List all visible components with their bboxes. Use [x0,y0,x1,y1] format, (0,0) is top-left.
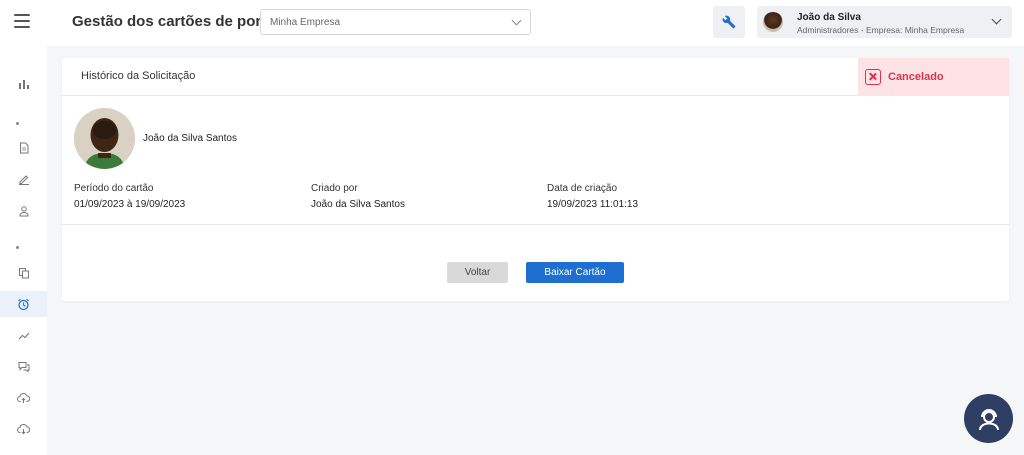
menu-icon[interactable] [14,14,30,28]
avatar [763,12,783,32]
page-title: Gestão dos cartões de ponto [72,13,279,30]
card-header: Histórico da Solicitação Cancelado [62,58,1009,96]
chevron-down-icon [511,15,522,26]
person-name: João da Silva Santos [143,133,237,144]
copy-icon [18,268,29,279]
field-label-created-by: Criado por [311,183,358,194]
field-value-created-by: João da Silva Santos [311,199,405,210]
status-label: Cancelado [888,71,944,83]
help-button[interactable] [964,394,1013,443]
sidebar-item-download[interactable] [0,416,47,442]
user-name: João da Silva [797,12,861,23]
sidebar-item-messages[interactable] [0,354,47,380]
sidebar [0,46,47,455]
avatar [74,108,135,169]
field-value-period: 01/09/2023 à 19/09/2023 [74,199,186,210]
download-card-button[interactable]: Baixar Cartão [526,262,624,283]
back-button[interactable]: Voltar [447,262,508,283]
sidebar-item-upload[interactable] [0,385,47,411]
sidebar-separator-dot [16,122,19,125]
close-icon [865,69,881,85]
sidebar-item-dashboard[interactable] [0,71,47,97]
request-history-card: Histórico da Solicitação Cancelado João … [62,58,1009,301]
bar-chart-icon [18,80,29,89]
edit-icon [18,175,29,185]
wrench-icon [722,15,736,29]
sidebar-item-users[interactable] [0,198,47,224]
field-label-creation-date: Data de criação [547,183,618,194]
cloud-upload-icon [17,392,30,403]
status-badge: Cancelado [858,58,1009,96]
top-bar: Gestão dos cartões de ponto Minha Empres… [0,0,1024,46]
sidebar-item-timecards[interactable] [0,291,47,317]
chat-icon [18,362,29,373]
sidebar-item-trends[interactable] [0,323,47,349]
field-value-creation-date: 19/09/2023 11:01:13 [547,199,639,210]
chevron-down-icon [991,14,1002,25]
support-agent-icon [978,408,999,430]
tools-button[interactable] [713,6,745,38]
sidebar-item-edit[interactable] [0,166,47,192]
field-label-period: Período do cartão [74,183,154,194]
company-select[interactable]: Minha Empresa [260,9,531,35]
document-icon [19,142,28,154]
user-role: Administradores - Empresa: Minha Empresa [797,25,965,35]
sidebar-separator-dot [16,246,19,249]
user-menu[interactable]: João da Silva Administradores - Empresa:… [757,6,1012,38]
trend-line-icon [18,332,29,340]
card-title: Histórico da Solicitação [81,70,196,82]
sidebar-item-documents[interactable] [0,135,47,161]
divider [62,224,1009,225]
company-select-value: Minha Empresa [270,17,341,28]
user-icon [18,206,29,217]
cloud-download-icon [17,423,30,435]
alarm-clock-icon [18,298,29,310]
sidebar-item-copy[interactable] [0,260,47,286]
